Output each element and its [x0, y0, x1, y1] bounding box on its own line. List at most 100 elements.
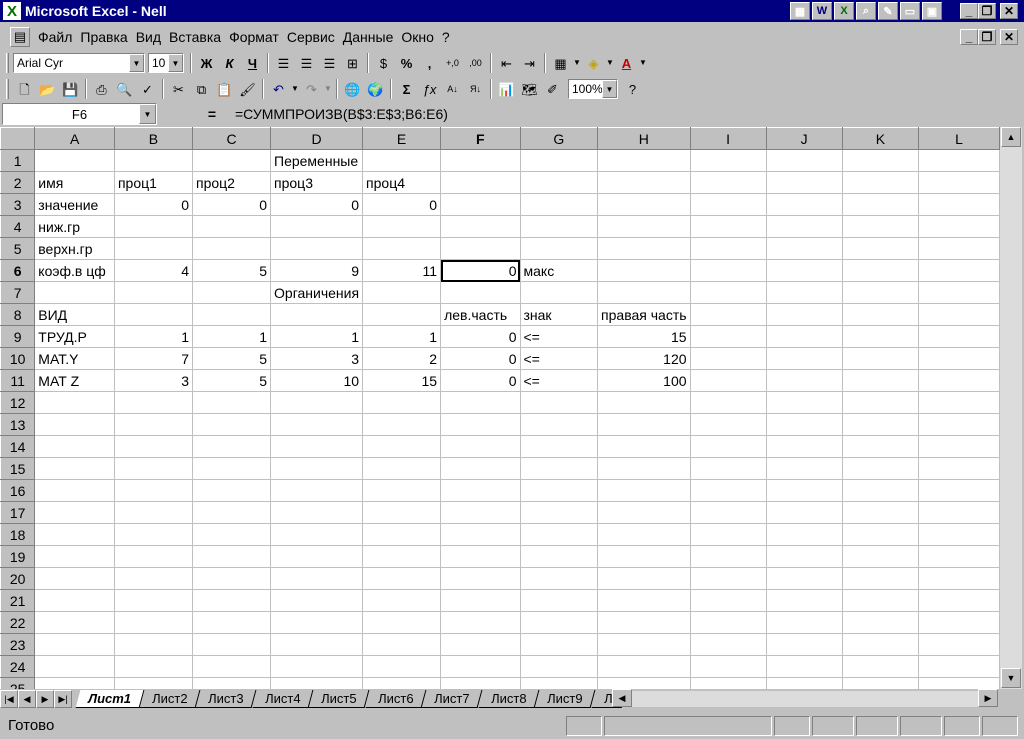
cell[interactable]: [765, 457, 843, 480]
first-sheet-icon[interactable]: |◀: [0, 690, 18, 708]
cell[interactable]: 120: [597, 347, 691, 370]
cell[interactable]: [270, 457, 364, 480]
cell[interactable]: [689, 325, 767, 348]
cell[interactable]: [440, 391, 521, 414]
cell[interactable]: [841, 611, 920, 634]
cell[interactable]: 1: [270, 325, 364, 348]
cell[interactable]: [362, 391, 442, 414]
minimize-button[interactable]: _: [960, 3, 978, 19]
cell[interactable]: [270, 303, 364, 326]
cell[interactable]: [191, 523, 272, 546]
cell[interactable]: [191, 237, 272, 260]
chevron-down-icon[interactable]: ▼: [290, 78, 300, 100]
cell[interactable]: 15: [597, 325, 691, 348]
cell[interactable]: [362, 281, 442, 304]
paste-icon[interactable]: 📋: [213, 78, 236, 100]
cell[interactable]: [918, 391, 1000, 414]
cell[interactable]: [841, 237, 920, 260]
cell[interactable]: [918, 413, 1000, 436]
cell[interactable]: [765, 369, 843, 392]
cell[interactable]: [918, 457, 1000, 480]
cell[interactable]: [34, 523, 115, 546]
copy-icon[interactable]: ⧉: [190, 78, 213, 100]
cell[interactable]: 3: [113, 369, 193, 392]
cell[interactable]: [765, 193, 843, 216]
cell[interactable]: [113, 501, 193, 524]
cell[interactable]: [34, 633, 115, 656]
function-icon[interactable]: ƒx: [418, 78, 441, 100]
cell[interactable]: [765, 281, 843, 304]
cell[interactable]: [918, 303, 1000, 326]
row-header[interactable]: 20: [0, 567, 36, 590]
cell[interactable]: [440, 589, 521, 612]
cell[interactable]: [191, 303, 272, 326]
cell[interactable]: [270, 413, 364, 436]
chevron-down-icon[interactable]: ▼: [605, 52, 615, 74]
cell[interactable]: [34, 611, 115, 634]
restore-button[interactable]: ❐: [978, 3, 996, 19]
cell[interactable]: [113, 655, 193, 678]
cell[interactable]: макс: [519, 259, 599, 282]
cell[interactable]: [362, 677, 442, 689]
close-button[interactable]: ✕: [1000, 3, 1018, 19]
cell[interactable]: [597, 655, 691, 678]
chart-wizard-icon[interactable]: 📊: [495, 78, 518, 100]
cell[interactable]: [34, 501, 115, 524]
cell[interactable]: [765, 215, 843, 238]
cell[interactable]: [689, 655, 767, 678]
chevron-down-icon[interactable]: ▼: [323, 78, 333, 100]
cell[interactable]: [918, 369, 1000, 392]
cell[interactable]: [689, 369, 767, 392]
cell[interactable]: [191, 435, 272, 458]
cell[interactable]: 1: [191, 325, 272, 348]
office-app-icon[interactable]: ✎: [878, 2, 898, 20]
redo-icon[interactable]: ↷: [300, 78, 323, 100]
cell[interactable]: [270, 237, 364, 260]
menu-view[interactable]: Вид: [132, 29, 165, 45]
cell[interactable]: [918, 193, 1000, 216]
cell[interactable]: [689, 303, 767, 326]
cell[interactable]: [440, 281, 521, 304]
cell[interactable]: 15: [362, 369, 442, 392]
doc-restore-button[interactable]: ❐: [978, 29, 996, 45]
cell[interactable]: [440, 567, 521, 590]
scroll-left-icon[interactable]: ◀: [612, 689, 632, 707]
cell[interactable]: 5: [191, 259, 272, 282]
cell[interactable]: [765, 391, 843, 414]
percent-icon[interactable]: %: [395, 52, 418, 74]
align-left-icon[interactable]: ☰: [272, 52, 295, 74]
menu-edit[interactable]: Правка: [76, 29, 131, 45]
scroll-up-icon[interactable]: ▲: [1001, 127, 1021, 147]
cell[interactable]: [440, 611, 521, 634]
cell[interactable]: [841, 545, 920, 568]
cell[interactable]: [440, 545, 521, 568]
column-header[interactable]: H: [597, 127, 691, 150]
cell[interactable]: МАТ Z: [34, 369, 115, 392]
cell[interactable]: [918, 215, 1000, 238]
column-header[interactable]: K: [841, 127, 920, 150]
cell[interactable]: 0: [270, 193, 364, 216]
cell[interactable]: [113, 545, 193, 568]
align-center-icon[interactable]: ☰: [295, 52, 318, 74]
menu-file[interactable]: Файл: [34, 29, 76, 45]
cell[interactable]: [689, 281, 767, 304]
cell[interactable]: [270, 655, 364, 678]
excel-icon[interactable]: X: [834, 2, 854, 20]
cell[interactable]: [689, 567, 767, 590]
cell[interactable]: [597, 589, 691, 612]
cell[interactable]: [597, 259, 691, 282]
row-header[interactable]: 24: [0, 655, 36, 678]
menu-format[interactable]: Формат: [225, 29, 283, 45]
row-header[interactable]: 3: [0, 193, 36, 216]
decrease-decimal-icon[interactable]: ,00: [464, 52, 487, 74]
row-header[interactable]: 19: [0, 545, 36, 568]
cell[interactable]: [689, 523, 767, 546]
cell[interactable]: [841, 215, 920, 238]
office-assistant-icon[interactable]: ?: [621, 78, 644, 100]
cell[interactable]: [597, 171, 691, 194]
cell[interactable]: [918, 589, 1000, 612]
row-header[interactable]: 8: [0, 303, 36, 326]
cell[interactable]: 4: [113, 259, 193, 282]
cell[interactable]: [765, 237, 843, 260]
row-header[interactable]: 12: [0, 391, 36, 414]
